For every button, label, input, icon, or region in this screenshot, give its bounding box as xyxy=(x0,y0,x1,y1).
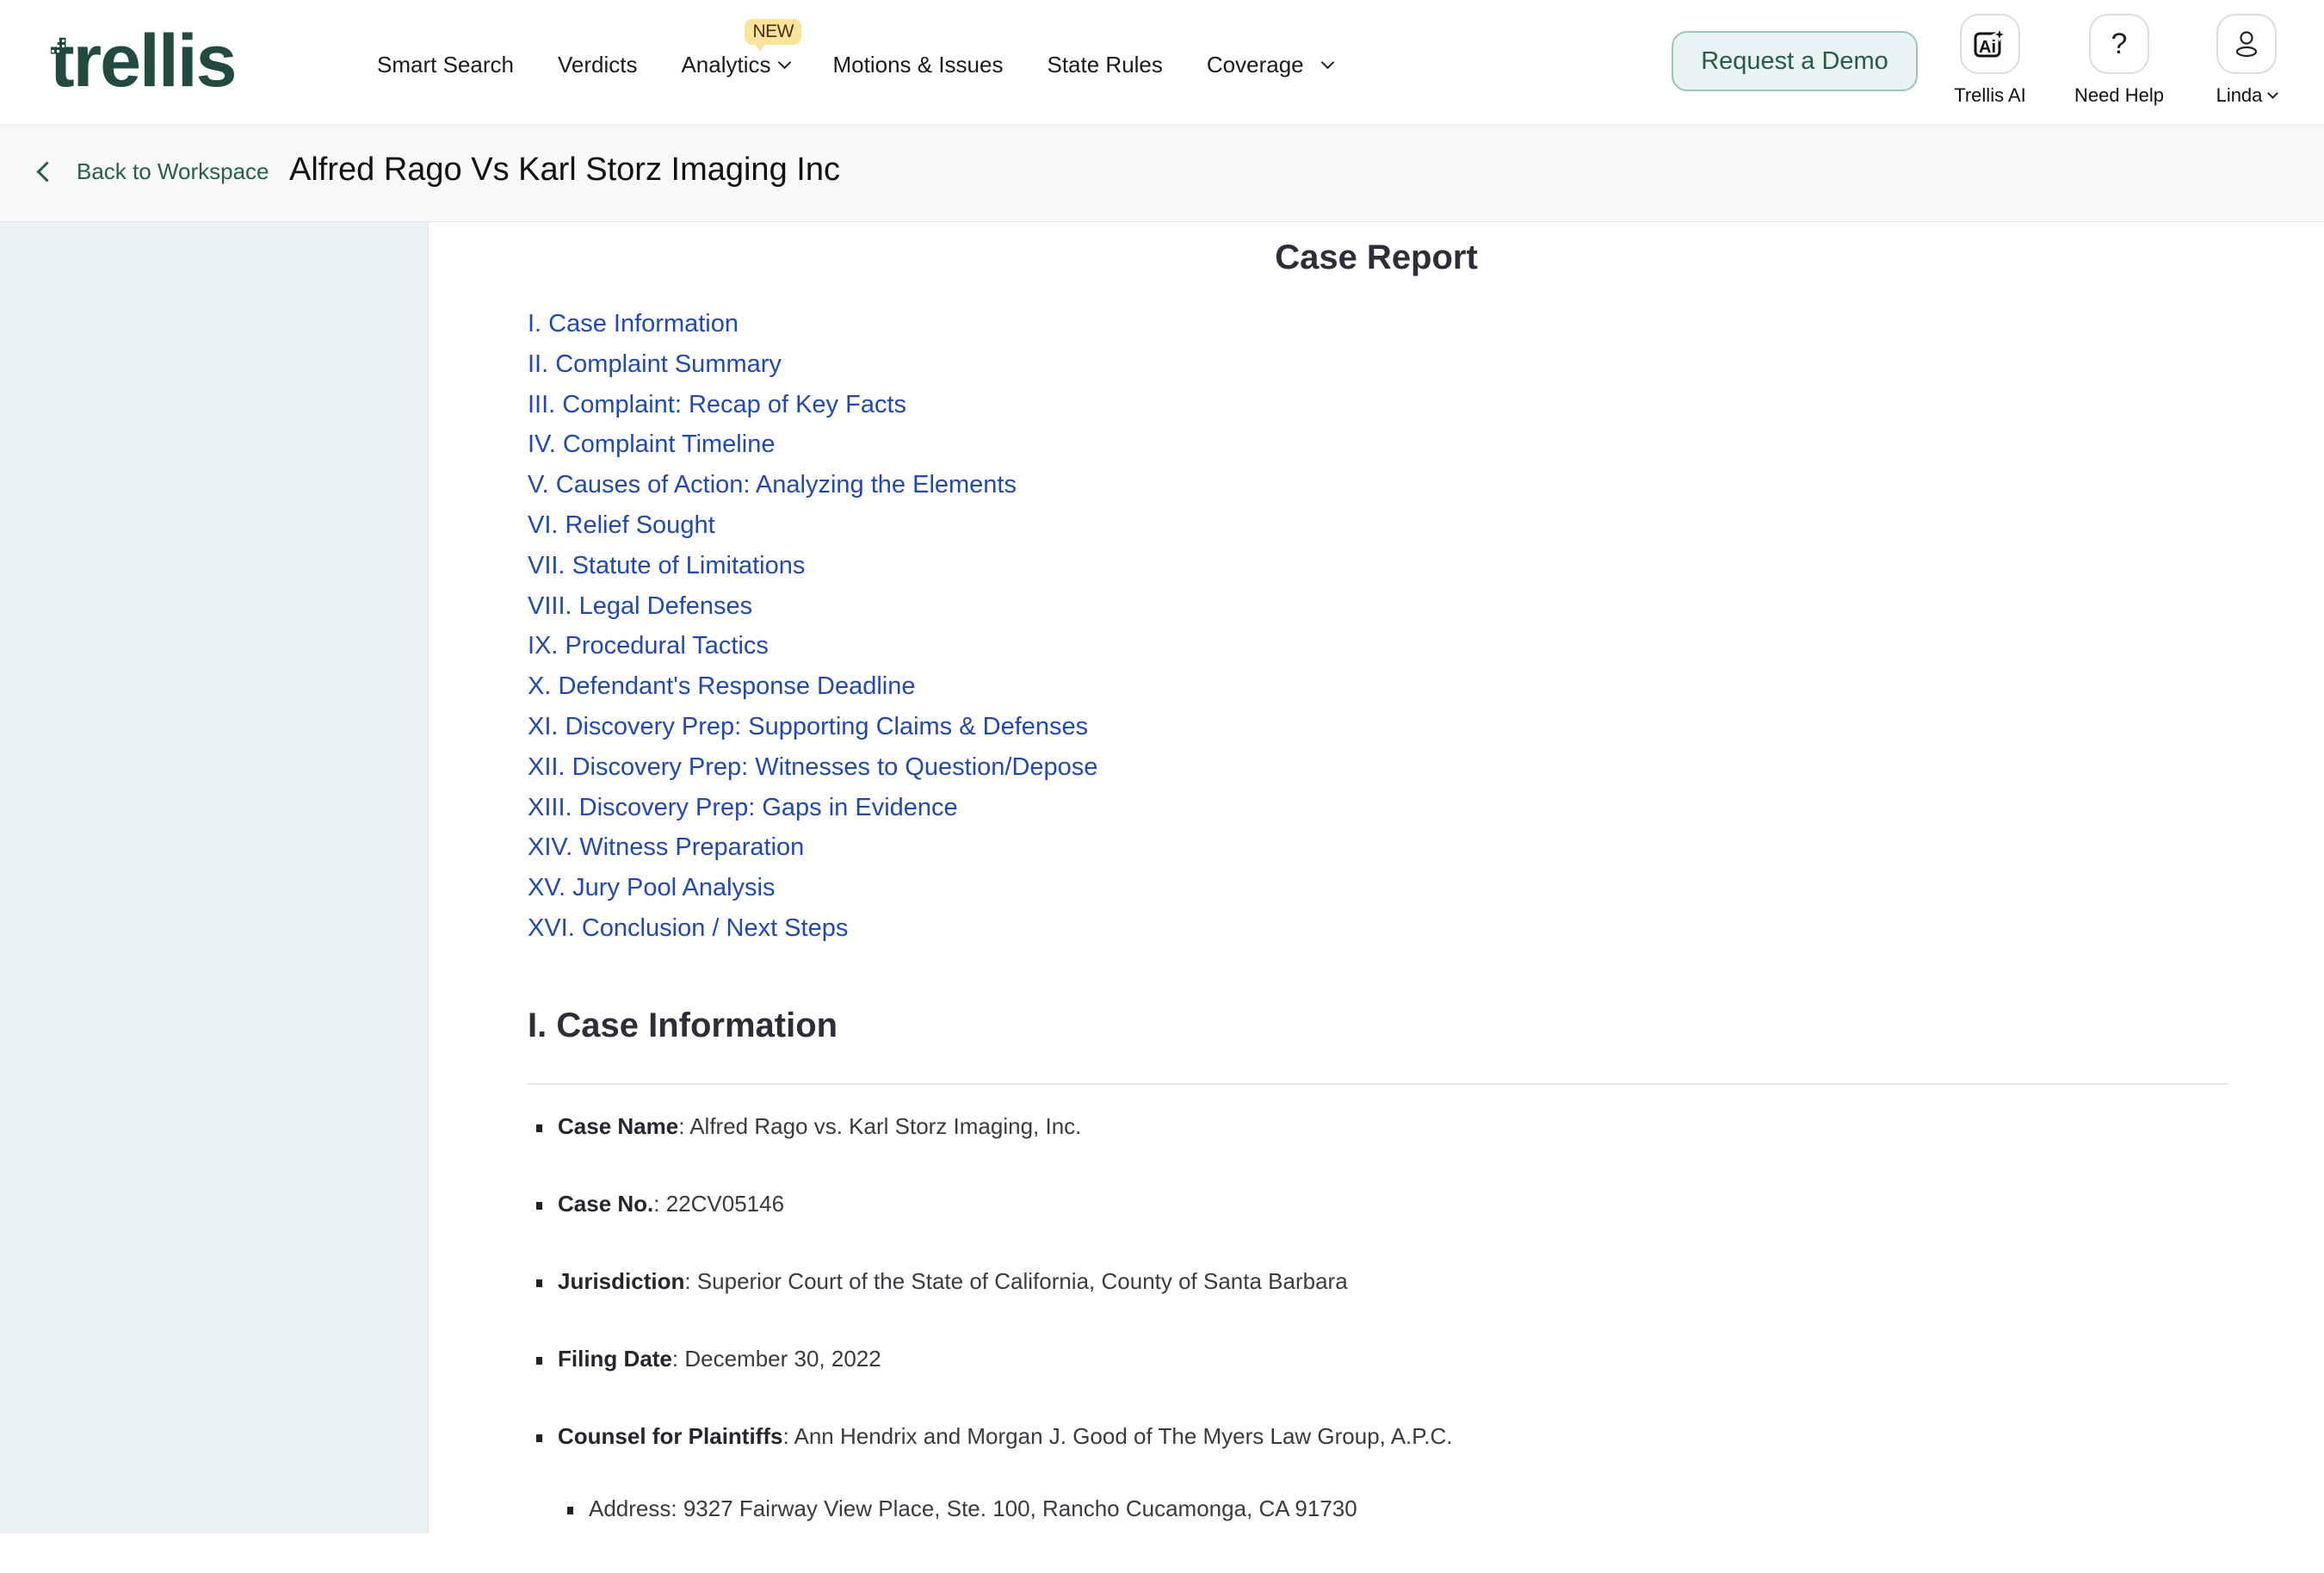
toc-link[interactable]: VI. Relief Sought xyxy=(528,505,1097,546)
svg-text:Ai: Ai xyxy=(1979,38,1996,57)
section-divider xyxy=(528,1083,2228,1085)
toc-link[interactable]: VIII. Legal Defenses xyxy=(528,586,1097,627)
sub-list-item: Address: 9327 Fairway View Place, Ste. 1… xyxy=(528,1496,1452,1573)
user-menu-button[interactable]: Linda xyxy=(2203,14,2290,107)
section-heading: I. Case Information xyxy=(528,1006,838,1044)
case-title: Alfred Rago Vs Karl Storz Imaging Inc xyxy=(289,152,840,188)
logo-pixel-icon xyxy=(52,36,69,59)
main-nav: Smart Search Verdicts NEW Analytics Moti… xyxy=(377,19,1376,78)
nav-smart-search[interactable]: Smart Search xyxy=(377,52,514,78)
sidebar xyxy=(0,221,429,1533)
nav-verdicts[interactable]: Verdicts xyxy=(558,52,638,78)
list-item: Case Name: Alfred Rago vs. Karl Storz Im… xyxy=(528,1113,1452,1191)
toc-link[interactable]: III. Complaint: Recap of Key Facts xyxy=(528,385,1097,425)
nav-state-rules[interactable]: State Rules xyxy=(1047,52,1162,78)
list-item: Counsel for Plaintiffs: Ann Hendrix and … xyxy=(528,1423,1452,1496)
nav-analytics[interactable]: NEW Analytics xyxy=(681,19,801,78)
nav-motions-issues[interactable]: Motions & Issues xyxy=(833,52,1004,78)
chevron-down-icon xyxy=(2267,88,2279,99)
request-demo-button[interactable]: Request a Demo xyxy=(1672,31,1918,91)
trellis-logo[interactable]: trellis xyxy=(50,24,237,98)
toc-link[interactable]: XV. Jury Pool Analysis xyxy=(528,868,1097,908)
table-of-contents: I. Case Information II. Complaint Summar… xyxy=(528,304,1097,949)
list-item: Case No.: 22CV05146 xyxy=(528,1191,1452,1268)
toc-link[interactable]: IV. Complaint Timeline xyxy=(528,424,1097,465)
user-icon xyxy=(2235,31,2258,58)
toc-link[interactable]: XVI. Conclusion / Next Steps xyxy=(528,908,1097,949)
need-help-button[interactable]: ? Need Help xyxy=(2074,14,2164,107)
chevron-down-icon xyxy=(1320,55,1334,70)
new-badge: NEW xyxy=(745,19,801,52)
toc-link[interactable]: II. Complaint Summary xyxy=(528,344,1097,385)
toc-link[interactable]: VII. Statute of Limitations xyxy=(528,546,1097,586)
case-info-list: Case Name: Alfred Rago vs. Karl Storz Im… xyxy=(528,1113,1452,1573)
question-icon: ? xyxy=(2111,27,2128,60)
toc-link[interactable]: XIV. Witness Preparation xyxy=(528,827,1097,868)
back-to-workspace-link[interactable]: Back to Workspace xyxy=(34,158,269,185)
ai-sparkle-icon: Ai xyxy=(1974,27,2007,58)
toc-link[interactable]: XIII. Discovery Prep: Gaps in Evidence xyxy=(528,788,1097,828)
case-header: Back to Workspace Alfred Rago Vs Karl St… xyxy=(0,124,2324,222)
user-name: Linda xyxy=(2216,84,2263,106)
list-item: Jurisdiction: Superior Court of the Stat… xyxy=(528,1268,1452,1346)
list-item: Filing Date: December 30, 2022 xyxy=(528,1346,1452,1423)
toc-link[interactable]: XI. Discovery Prep: Supporting Claims & … xyxy=(528,707,1097,747)
nav-coverage[interactable]: Coverage xyxy=(1207,52,1334,78)
toc-link[interactable]: V. Causes of Action: Analyzing the Eleme… xyxy=(528,465,1097,505)
report-title: Case Report xyxy=(1275,238,1478,276)
chevron-down-icon xyxy=(777,55,791,70)
chevron-left-icon xyxy=(36,161,58,183)
top-navigation: trellis Smart Search Verdicts NEW Analyt… xyxy=(0,0,2324,124)
toc-link[interactable]: XII. Discovery Prep: Witnesses to Questi… xyxy=(528,747,1097,788)
toc-link[interactable]: X. Defendant's Response Deadline xyxy=(528,666,1097,707)
trellis-ai-button[interactable]: Ai Trellis AI xyxy=(1947,14,2033,107)
case-report-content: Case Report I. Case Information II. Comp… xyxy=(429,221,2324,1533)
toc-link[interactable]: I. Case Information xyxy=(528,304,1097,344)
toc-link[interactable]: IX. Procedural Tactics xyxy=(528,626,1097,666)
